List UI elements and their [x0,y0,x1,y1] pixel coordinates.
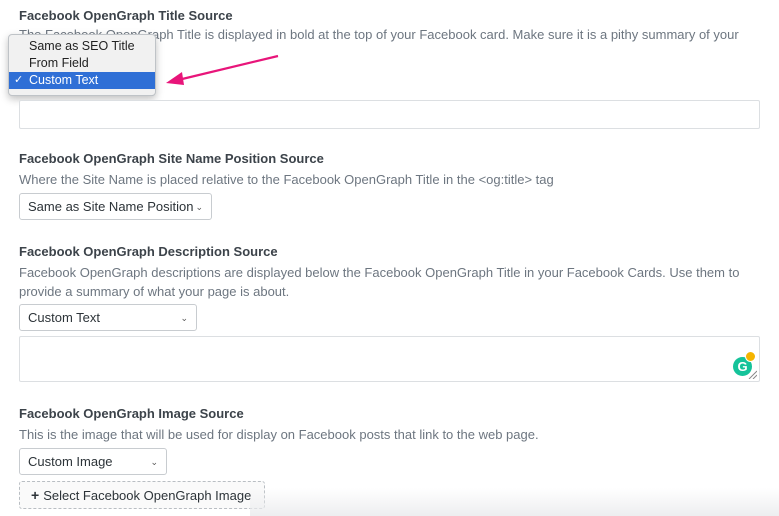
chevron-down-icon: ⌄ [195,202,203,212]
title-source-dropdown-menu[interactable]: Same as SEO Title From Field ✓ Custom Te… [8,34,156,96]
description-source-label: Facebook OpenGraph Description Source [19,244,278,259]
image-source-description: This is the image that will be used for … [19,427,539,442]
grammarly-alert-badge [745,351,756,362]
plus-icon: + [31,487,40,503]
description-source-description-line1: Facebook OpenGraph descriptions are disp… [19,265,740,280]
dropdown-option-label: From Field [29,56,89,70]
select-value: Custom Text [28,310,101,325]
description-custom-text-area[interactable] [19,336,760,382]
image-source-select[interactable]: Custom Image ⌄ [19,448,167,475]
site-name-position-label: Facebook OpenGraph Site Name Position So… [19,151,324,166]
chevron-down-icon: ⌄ [180,313,188,323]
chevron-down-icon: ⌄ [150,457,158,467]
description-source-select[interactable]: Custom Text ⌄ [19,304,197,331]
checkmark-icon: ✓ [14,74,24,86]
dropdown-option-label: Custom Text [29,73,99,87]
pink-arrow-icon [166,54,279,85]
select-value: Custom Image [28,454,113,469]
dropdown-option-label: Same as SEO Title [29,39,135,53]
title-source-label: Facebook OpenGraph Title Source [19,8,233,23]
select-opengraph-image-button[interactable]: + Select Facebook OpenGraph Image [19,481,265,509]
resize-handle-icon[interactable] [748,370,757,379]
description-source-description-line2: provide a summary of what your page is a… [19,284,290,299]
button-label: Select Facebook OpenGraph Image [43,487,252,503]
image-source-label: Facebook OpenGraph Image Source [19,406,244,421]
bottom-shadow [250,488,779,516]
dropdown-option[interactable]: From Field [9,55,155,72]
site-name-position-select[interactable]: Same as Site Name Position ⌄ [19,193,212,220]
dropdown-option-selected[interactable]: ✓ Custom Text [9,72,155,89]
title-custom-text-input[interactable] [19,100,760,129]
select-value: Same as Site Name Position [28,199,194,214]
dropdown-option[interactable]: Same as SEO Title [9,38,155,55]
site-name-position-description: Where the Site Name is placed relative t… [19,172,554,187]
